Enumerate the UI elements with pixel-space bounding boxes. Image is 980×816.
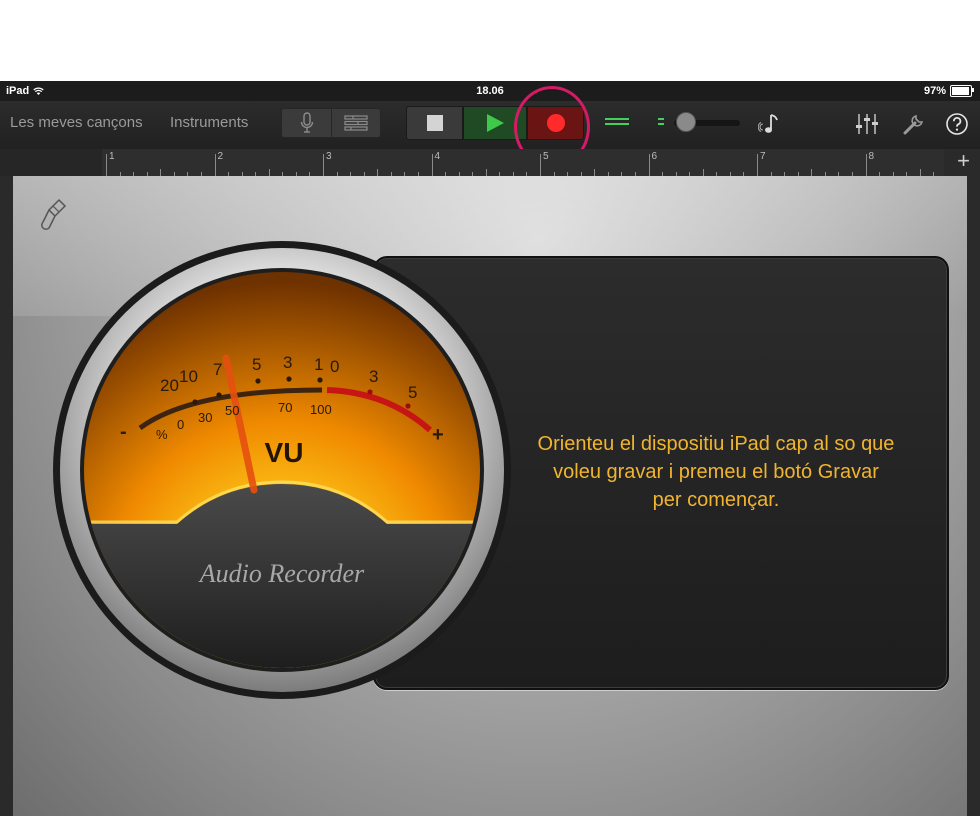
ruler-bar-number: 3 [326,151,332,162]
settings-button[interactable] [901,111,927,137]
db-plus3: 3 [369,367,378,386]
ruler-track[interactable]: 1 2 3 4 5 6 7 8 [102,149,944,176]
ruler-bar-number: 5 [543,151,549,162]
ruler-minor-tick [594,169,596,176]
pct-100: 100 [310,402,332,417]
db-1: 1 [314,355,323,374]
my-songs-button[interactable]: Les meves cançons [10,114,143,131]
pct-30: 30 [198,410,212,425]
ruler-bar-number: 8 [868,151,875,162]
loops-button[interactable] [758,111,784,137]
db-20: 20 [160,376,179,395]
music-note-icon [758,114,778,133]
ruler-bar-tick [865,154,867,176]
ruler-bar-tick [648,154,650,176]
stop-icon [426,115,443,131]
clock: 18.06 [476,85,504,97]
mixer-button[interactable] [854,111,880,137]
play-icon [486,114,504,132]
ruler-bar-tick [323,154,324,176]
pct-0: 0 [177,417,184,432]
help-icon [946,113,968,135]
vu-subtitle: Audio Recorder [198,559,365,588]
ruler-bar-number: 6 [651,151,658,162]
ruler-bar-number: 7 [760,151,766,162]
ruler-bar-tick [106,154,107,176]
help-button[interactable] [944,111,970,137]
play-button[interactable] [463,106,527,140]
tracks-view-icon [344,115,368,131]
ruler-bar-number: 2 [217,151,224,162]
db-5: 5 [252,355,261,374]
pct-70: 70 [278,400,292,415]
top-margin [0,0,980,81]
ruler-minor-tick [919,169,921,176]
input-jack-icon[interactable] [39,198,69,234]
vu-title: VU [265,437,304,468]
volume-knob[interactable] [676,112,696,132]
vu-meter: 20 10 7 5 3 1 0 3 5 % 0 30 50 70 100 - +… [53,241,511,699]
ruler-minor-tick [377,169,379,176]
ruler-minor-tick [485,169,487,176]
ruler-lead [0,149,102,176]
instruments-button[interactable]: Instruments [170,114,248,131]
add-section-button[interactable]: + [957,150,970,172]
microphone-icon [300,112,314,133]
plus-sign: + [432,424,444,446]
transport-controls [406,106,584,140]
record-icon [546,114,565,132]
minus-sign: - [120,421,127,443]
db-3: 3 [283,353,292,372]
pct-50: 50 [225,403,239,418]
percent-label: % [156,427,168,442]
ruler-minor-tick [268,169,270,176]
level-meter [605,118,665,128]
ruler-minor-tick [702,169,704,176]
ruler-bar-number: 1 [109,151,115,162]
ruler-minor-tick [160,169,162,176]
db-10: 10 [179,367,198,386]
battery: 97% [923,85,974,97]
db-plus5: 5 [408,383,417,402]
wrench-icon [903,114,924,135]
toolbar: Les meves cançons Instruments [0,101,980,149]
tracks-view-button[interactable] [331,108,381,138]
ruler-minor-tick [811,169,813,176]
status-bar: iPad 18.06 97% [0,81,980,101]
ruler-bar-tick [214,154,216,176]
timeline-ruler: 1 2 3 4 5 6 7 8 + [0,149,980,176]
ruler-bar-number: 4 [434,151,441,162]
instruction-text: Orienteu el dispositiu iPad cap al so qu… [537,433,895,511]
ruler-bar-tick [757,154,758,176]
mixer-sliders-icon [856,114,878,134]
ruler-bar-tick [431,154,433,176]
battery-icon [950,85,974,97]
battery-percent: 97% [923,85,946,97]
db-7: 7 [213,360,222,379]
stop-button[interactable] [406,106,463,140]
record-button[interactable] [527,106,584,140]
instrument-view-button[interactable] [281,108,333,138]
ruler-bar-tick [540,154,541,176]
db-0: 0 [330,357,339,376]
